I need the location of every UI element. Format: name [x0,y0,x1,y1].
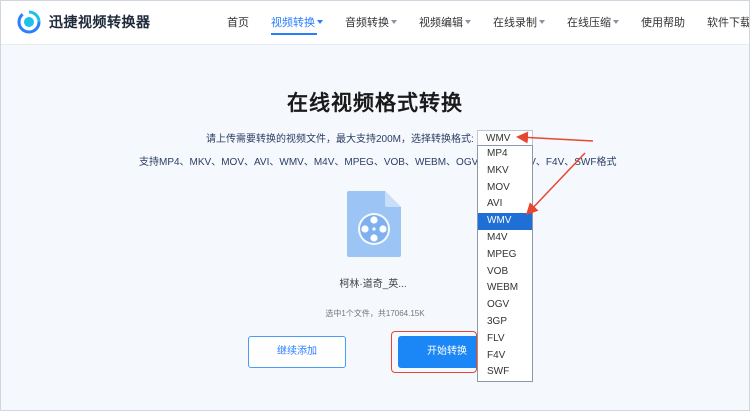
main-nav: 首页 视频转换 音频转换 视频编辑 在线录制 在线压缩 使用帮助 软件下载 [227,1,750,45]
nav-item-5[interactable]: 在线压缩 [567,1,619,45]
format-option[interactable]: MKV [478,163,532,180]
format-option[interactable]: WMV [478,213,532,230]
file-summary: 选中1个文件，共17064.15K [325,309,425,318]
file-name: 柯林·道奇_英... [339,279,407,290]
logo-text: 迅捷视频转换器 [49,14,151,30]
nav-item-label: 使用帮助 [641,17,685,29]
nav-item-3[interactable]: 视频编辑 [419,1,471,45]
nav-item-label: 音频转换 [345,17,389,29]
logo-swirl-icon [17,10,41,34]
format-option[interactable]: F4V [478,348,532,365]
format-option[interactable]: AVI [478,196,532,213]
nav-item-label: 视频转换 [271,17,315,29]
nav-item-label: 在线录制 [493,17,537,29]
nav-item-label: 首页 [227,17,249,29]
supported-formats-text: 支持MP4、MKV、MOV、AVI、WMV、M4V、MPEG、VOB、WEBM、… [139,157,617,168]
format-option[interactable]: MP4 [478,146,532,163]
nav-item-6[interactable]: 使用帮助 [641,1,685,45]
format-dropdown: MP4 MKV MOV AVI WMV M4V MPEG VOB WEBM OGV 3GP FLV F4… [477,145,533,383]
video-file-icon [345,189,403,259]
chevron-down-icon [613,20,619,25]
chevron-down-icon [465,20,471,25]
page-title: 在线视频格式转换 [287,92,463,115]
page-frame: 迅捷视频转换器 首页 视频转换 音频转换 视频编辑 在线录制 在线压缩 使用帮助 软件下载 在… [0,0,750,411]
format-option[interactable]: VOB [478,264,532,281]
nav-item-label: 视频编辑 [419,17,463,29]
nav-item-0[interactable]: 首页 [227,1,249,45]
format-option[interactable]: OGV [478,297,532,314]
upload-description: 请上传需要转换的视频文件，最大支持200M，选择转换格式: [206,134,474,145]
format-option[interactable]: FLV [478,331,532,348]
nav-item-1[interactable]: 视频转换 [271,1,323,45]
format-option[interactable]: MPEG [478,247,532,264]
chevron-down-icon [317,20,323,25]
nav-item-7[interactable]: 软件下载 [707,1,750,45]
top-header: 迅捷视频转换器 首页 视频转换 音频转换 视频编辑 在线录制 在线压缩 使用帮助 软件下载 [1,1,749,45]
format-option[interactable]: 3GP [478,314,532,331]
format-option[interactable]: M4V [478,230,532,247]
format-option[interactable]: SWF [478,364,532,381]
continue-add-button[interactable]: 继续添加 [248,336,346,368]
start-button-annotation-box [391,331,477,373]
format-option[interactable]: MOV [478,180,532,197]
nav-item-4[interactable]: 在线录制 [493,1,545,45]
format-option[interactable]: WEBM [478,280,532,297]
nav-item-label: 在线压缩 [567,17,611,29]
logo[interactable]: 迅捷视频转换器 [17,10,151,34]
nav-item-2[interactable]: 音频转换 [345,1,397,45]
chevron-down-icon [391,20,397,25]
nav-item-label: 软件下载 [707,17,750,29]
chevron-down-icon [539,20,545,25]
